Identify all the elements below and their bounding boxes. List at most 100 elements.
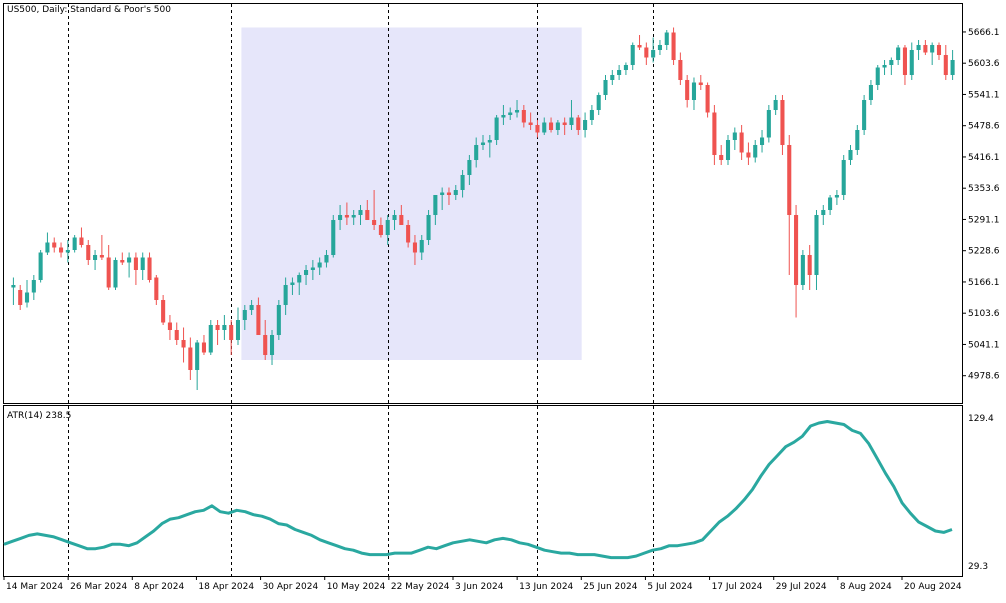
candle-up xyxy=(426,215,431,240)
candle-down xyxy=(794,215,799,285)
candle-down xyxy=(59,247,64,253)
candle-up xyxy=(589,110,594,120)
candle-down xyxy=(549,122,554,130)
candle-up xyxy=(617,70,622,75)
time-tick-label: 8 Apr 2024 xyxy=(134,582,184,592)
candle-down xyxy=(229,325,234,340)
candle-up xyxy=(664,32,669,45)
candle-up xyxy=(882,65,887,68)
candle-up xyxy=(630,45,635,65)
atr-tick-label: 129.4 xyxy=(968,414,994,424)
price-tick-label: 5666.1 xyxy=(968,28,1000,38)
candle-down xyxy=(378,225,383,235)
candle-up xyxy=(834,195,839,198)
candle-down xyxy=(671,32,676,60)
candle-up xyxy=(623,65,628,70)
candle-up xyxy=(759,137,765,145)
candle-up xyxy=(385,220,390,235)
candle-up xyxy=(338,215,343,220)
candle-down xyxy=(154,277,159,300)
price-tick-label: 5166.1 xyxy=(968,278,1000,288)
price-axis-layer: 5666.1 5603.6 5541.1 5478.6 5416.1 5353.6 5291… xyxy=(962,28,1000,382)
candle-up xyxy=(460,175,465,190)
candle-up xyxy=(501,115,506,118)
candle-down xyxy=(256,305,261,335)
candle-up xyxy=(45,242,50,253)
candle-up xyxy=(24,292,30,303)
candle-down xyxy=(365,210,370,220)
price-tick-label: 5416.1 xyxy=(968,153,1000,163)
candle-up xyxy=(841,160,846,195)
candle-up xyxy=(725,140,731,160)
candle-up xyxy=(514,110,520,113)
candle-up xyxy=(896,47,901,60)
candle-up xyxy=(508,112,513,115)
candle-down xyxy=(936,45,942,55)
candle-up xyxy=(542,122,547,133)
candle-up xyxy=(821,210,826,215)
candle-up xyxy=(487,140,492,143)
candle-down xyxy=(780,100,785,145)
price-tick-label: 4978.6 xyxy=(968,372,1000,382)
candle-up xyxy=(868,85,873,100)
candle-up xyxy=(610,75,615,80)
candle-down xyxy=(685,80,690,100)
candle-down xyxy=(535,125,540,133)
chart-canvas: 5666.1 5603.6 5541.1 5478.6 5416.1 5353.6 5291… xyxy=(3,3,1000,592)
price-tick-label: 5103.6 xyxy=(968,309,1000,319)
candle-down xyxy=(719,155,724,160)
candle-up xyxy=(269,335,275,355)
candle-down xyxy=(807,255,812,275)
candle-up xyxy=(297,275,302,283)
candle-up xyxy=(433,195,438,215)
candle-down xyxy=(406,225,411,243)
candle-up xyxy=(555,122,560,130)
candle-up xyxy=(140,257,145,270)
candle-up xyxy=(38,252,43,280)
candle-down xyxy=(147,257,152,280)
candle-up xyxy=(773,100,778,110)
candle-up xyxy=(889,60,894,65)
price-tick-label: 5478.6 xyxy=(968,122,1000,132)
candle-up xyxy=(304,270,309,275)
candle-up xyxy=(494,117,499,140)
atr-panel-frame xyxy=(3,405,963,577)
price-tick-label: 5353.6 xyxy=(968,184,1000,194)
candle-up xyxy=(474,145,479,160)
candle-down xyxy=(174,330,179,340)
candle-up xyxy=(603,80,608,95)
candle-up xyxy=(310,267,315,270)
time-tick-label: 3 Jun 2024 xyxy=(455,582,504,592)
time-tick-label: 29 Jul 2024 xyxy=(776,582,827,592)
candle-down xyxy=(188,347,193,370)
candle-down xyxy=(943,55,948,75)
candle-up xyxy=(651,50,656,58)
candle-down xyxy=(161,300,166,323)
candle-up xyxy=(249,305,254,310)
candle-down xyxy=(18,290,23,305)
candle-down xyxy=(637,45,642,48)
time-tick-label: 14 Mar 2024 xyxy=(6,582,63,592)
candle-up xyxy=(753,145,758,158)
candle-up xyxy=(596,95,601,110)
candle-up xyxy=(127,257,132,263)
candle-down xyxy=(746,152,751,158)
candle-down xyxy=(562,122,567,125)
candle-up xyxy=(113,260,118,288)
candle-up xyxy=(11,285,16,288)
candle-down xyxy=(79,237,84,245)
time-tick-label: 5 Jul 2024 xyxy=(647,582,692,592)
candle-down xyxy=(167,322,172,330)
candle-up xyxy=(195,342,200,370)
candle-up xyxy=(583,120,588,130)
candle-down xyxy=(133,257,138,270)
candle-up xyxy=(814,215,819,275)
candle-up xyxy=(909,50,914,75)
candle-down xyxy=(902,47,907,75)
candle-up xyxy=(569,117,574,125)
candle-down xyxy=(372,220,377,225)
candle-down xyxy=(698,82,703,85)
candle-up xyxy=(31,280,36,293)
atr-indicator-title: ATR(14) 238.5 xyxy=(7,411,71,421)
candle-up xyxy=(392,215,397,220)
